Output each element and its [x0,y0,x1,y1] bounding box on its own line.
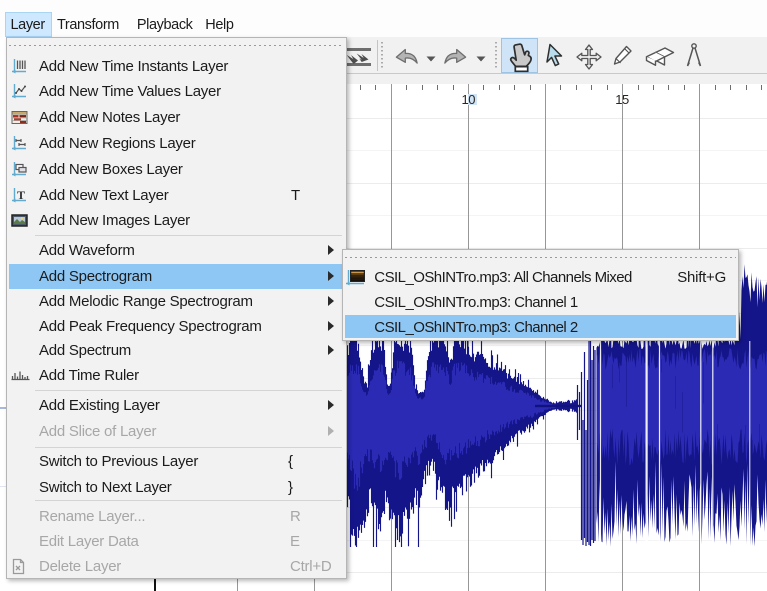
svg-text:T: T [17,188,25,202]
